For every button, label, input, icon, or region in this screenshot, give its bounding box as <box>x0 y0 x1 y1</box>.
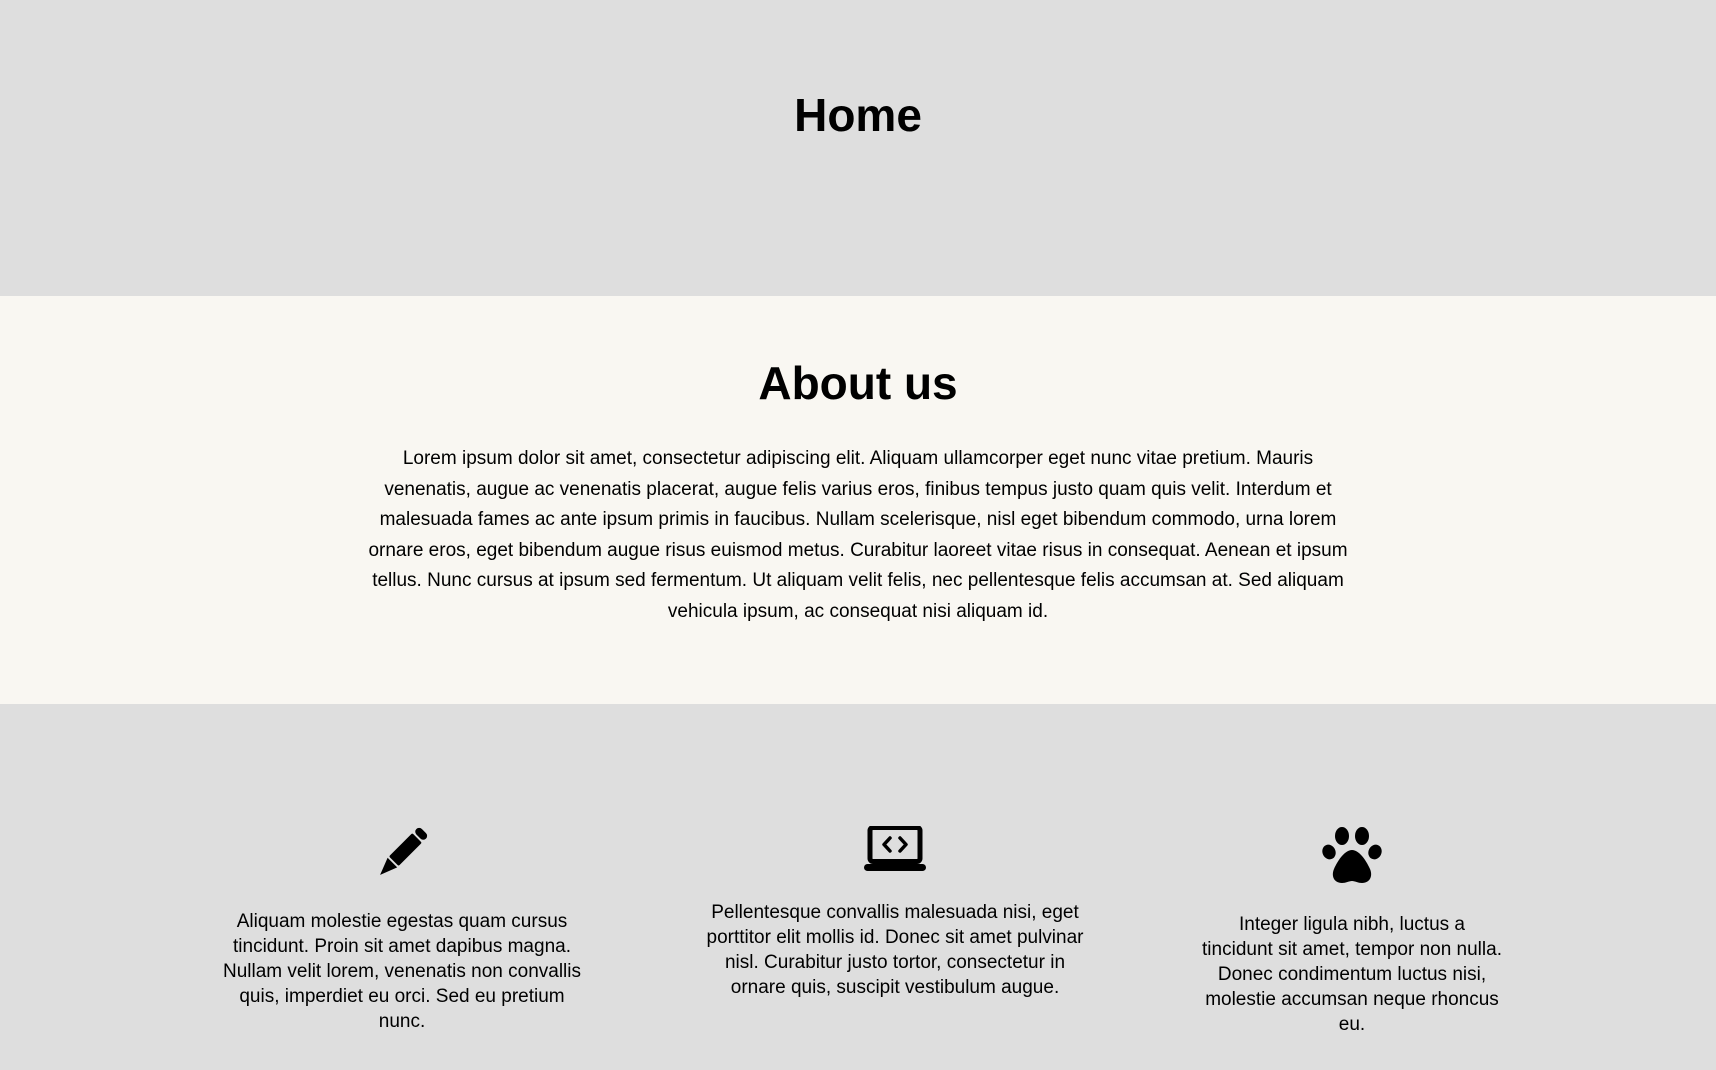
laptop-code-icon <box>864 826 926 871</box>
feature-text: Aliquam molestie egestas quam cursus tin… <box>223 911 581 1032</box>
about-title: About us <box>758 357 958 409</box>
features-section: Aliquam molestie egestas quam cursus tin… <box>0 704 1716 1070</box>
feature-item-paw: Integer ligula nibh, luctus a tincidunt … <box>1202 826 1502 1037</box>
about-section: About us Lorem ipsum dolor sit amet, con… <box>0 296 1716 704</box>
feature-item-laptop-code: Pellentesque convallis malesuada nisi, e… <box>704 826 1086 1000</box>
feature-text: Integer ligula nibh, luctus a tincidunt … <box>1202 914 1502 1035</box>
about-body: Lorem ipsum dolor sit amet, consectetur … <box>368 448 1348 622</box>
home-title: Home <box>794 89 922 141</box>
paw-icon <box>1322 827 1382 883</box>
feature-text: Pellentesque convallis malesuada nisi, e… <box>706 902 1084 998</box>
feature-item-pencil: Aliquam molestie egestas quam cursus tin… <box>214 822 590 1034</box>
pencil-icon <box>380 827 428 875</box>
home-section: Home <box>0 0 1716 296</box>
